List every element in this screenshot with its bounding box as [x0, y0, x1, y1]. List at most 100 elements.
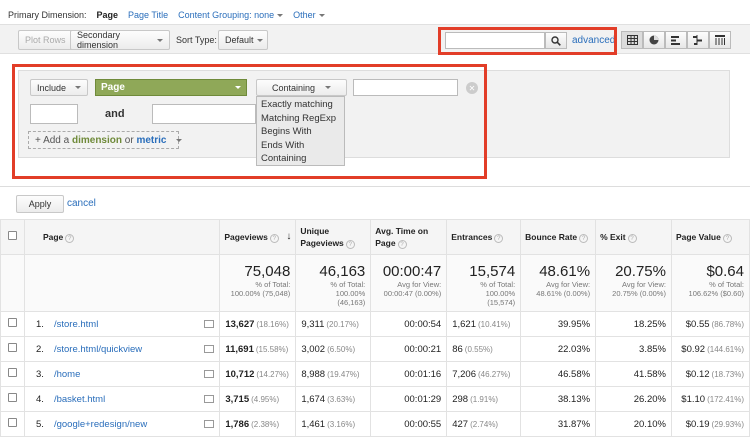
total-sub: % of Total:: [255, 280, 291, 289]
row-checkbox[interactable]: [7, 393, 17, 402]
header-pageviews[interactable]: Pageviews? ↓: [219, 219, 297, 255]
row-checkbox[interactable]: [7, 318, 17, 327]
comparison-icon: [693, 35, 702, 45]
open-page-icon[interactable]: [204, 394, 215, 403]
row-page-link[interactable]: /home: [54, 369, 80, 380]
table-body: 1./store.html 13,627 (18.16%) 9,311 (20.17%)…: [0, 311, 750, 437]
row-page-link[interactable]: /store.html: [54, 319, 98, 330]
view-switcher: [621, 31, 731, 49]
row-exit: 20.10%: [595, 411, 672, 437]
row-entrances: 7,206 (46.27%): [446, 361, 522, 387]
table-row: 2./store.html/quickview 11,691 (15.58%) 3,0…: [0, 336, 750, 362]
help-icon: ?: [579, 234, 589, 243]
help-icon: ?: [494, 234, 504, 243]
sort-desc-icon: ↓: [286, 231, 292, 242]
row-pct: (18.73%): [711, 369, 744, 379]
row-value: 10,712: [225, 368, 255, 380]
help-icon: ?: [722, 234, 732, 243]
row-checkbox[interactable]: [7, 368, 17, 377]
dimension-page-title[interactable]: Page Title: [128, 10, 168, 20]
dimension-other[interactable]: Other: [293, 10, 325, 20]
row-page-link[interactable]: /store.html/quickview: [54, 344, 142, 355]
total-sub: 100.00%: [485, 289, 516, 298]
cancel-link[interactable]: cancel: [67, 198, 96, 209]
dimension-content-grouping[interactable]: Content Grouping: none: [178, 10, 284, 20]
row-value: 1,621: [452, 318, 476, 330]
header-entrances-label: Entrances: [451, 232, 493, 242]
row-checkbox[interactable]: [7, 418, 17, 427]
header-bounce-rate[interactable]: Bounce Rate?: [520, 219, 597, 255]
row-page-link[interactable]: /basket.html: [54, 394, 105, 405]
header-unique-pageviews[interactable]: Unique Pageviews?: [295, 219, 372, 255]
total-sub: % of Total:: [330, 280, 366, 289]
row-page-link[interactable]: /google+redesign/new: [54, 419, 147, 430]
header-exit[interactable]: % Exit?: [595, 219, 672, 255]
open-page-icon[interactable]: [204, 369, 215, 378]
select-all-checkbox[interactable]: [7, 231, 17, 240]
row-select-cell: [0, 361, 25, 387]
row-value: 1,786: [225, 418, 250, 430]
row-pct: (3.63%): [327, 394, 356, 404]
header-page-value[interactable]: Page Value?: [670, 219, 750, 255]
row-pct: (14.27%): [256, 369, 289, 379]
row-page-cell: 5. /google+redesign/new: [23, 411, 221, 437]
row-pct: (46.27%): [478, 369, 511, 379]
open-page-icon[interactable]: [204, 419, 215, 428]
pie-chart-icon: [649, 35, 659, 45]
view-pivot-button[interactable]: [709, 31, 731, 49]
apply-button[interactable]: Apply: [16, 195, 64, 213]
row-index: 4.: [35, 393, 44, 405]
total-value: 75,048: [244, 263, 291, 280]
open-page-icon[interactable]: [204, 319, 215, 328]
total-value: 48.61%: [539, 263, 591, 280]
table-row: 4./basket.html 3,715 (4.95%) 1,674 (3.63%) 00…: [0, 386, 750, 412]
row-index: 1.: [35, 318, 44, 330]
row-pct: (29.93%): [711, 419, 744, 429]
row-value: 298: [452, 393, 469, 405]
row-page-value: $0.55 (86.78%): [670, 311, 750, 337]
total-value: $0.64: [706, 263, 744, 280]
view-comparison-button[interactable]: [687, 31, 709, 49]
header-entrances[interactable]: Entrances?: [446, 219, 522, 255]
view-pie-button[interactable]: [643, 31, 665, 49]
secondary-dimension-label: Secondary dimension: [77, 30, 121, 50]
other-label: Other: [293, 10, 316, 20]
total-bounce-rate: 48.61% Avg for View: 48.61% (0.00%): [520, 254, 597, 312]
row-unique-pageviews: 3,002 (6.50%): [295, 336, 372, 362]
total-entrances: 15,574% of Total: 100.00% (15,574): [446, 254, 522, 312]
row-entrances: 298 (1.91%): [446, 386, 522, 412]
view-table-button[interactable]: [621, 31, 643, 49]
row-value: $0.92: [681, 343, 706, 355]
row-bounce-rate: 31.87%: [520, 411, 597, 437]
header-page[interactable]: Page?: [23, 219, 221, 255]
row-checkbox[interactable]: [7, 343, 17, 352]
row-value: 1,674: [301, 393, 326, 405]
plot-rows-button[interactable]: Plot Rows: [18, 30, 73, 50]
header-page-value-label: Page Value: [675, 232, 721, 242]
total-sub: (15,574): [487, 298, 516, 307]
row-value: 7,206: [452, 368, 476, 380]
header-avg-time[interactable]: Avg. Time on Page?: [370, 219, 448, 255]
report-table: Page? Pageviews? ↓ Unique Pageviews? Avg.…: [0, 219, 750, 437]
chevron-down-icon: [256, 38, 263, 42]
row-page-cell: 4. /basket.html: [23, 386, 221, 412]
row-exit: 18.25%: [595, 311, 672, 337]
pivot-icon: [715, 35, 725, 45]
row-select-cell: [0, 411, 25, 437]
row-entrances: 86 (0.55%): [446, 336, 522, 362]
row-pct: (3.16%): [327, 419, 356, 429]
table-header-row: Page? Pageviews? ↓ Unique Pageviews? Avg.…: [0, 219, 750, 255]
row-exit: 26.20%: [595, 386, 672, 412]
sort-type-select[interactable]: Default: [218, 30, 268, 50]
secondary-dimension-select[interactable]: Secondary dimension: [70, 30, 170, 50]
view-performance-button[interactable]: [665, 31, 687, 49]
row-pageviews: 1,786 (2.38%): [219, 411, 297, 437]
row-pageviews: 11,691 (15.58%): [219, 336, 297, 362]
select-all-cell: [0, 219, 25, 255]
row-pct: (15.58%): [255, 344, 289, 354]
row-index: 5.: [35, 418, 44, 430]
row-unique-pageviews: 1,461 (3.16%): [295, 411, 372, 437]
row-pct: (0.55%): [464, 344, 493, 354]
row-index: 3.: [35, 368, 44, 380]
open-page-icon[interactable]: [204, 344, 215, 353]
